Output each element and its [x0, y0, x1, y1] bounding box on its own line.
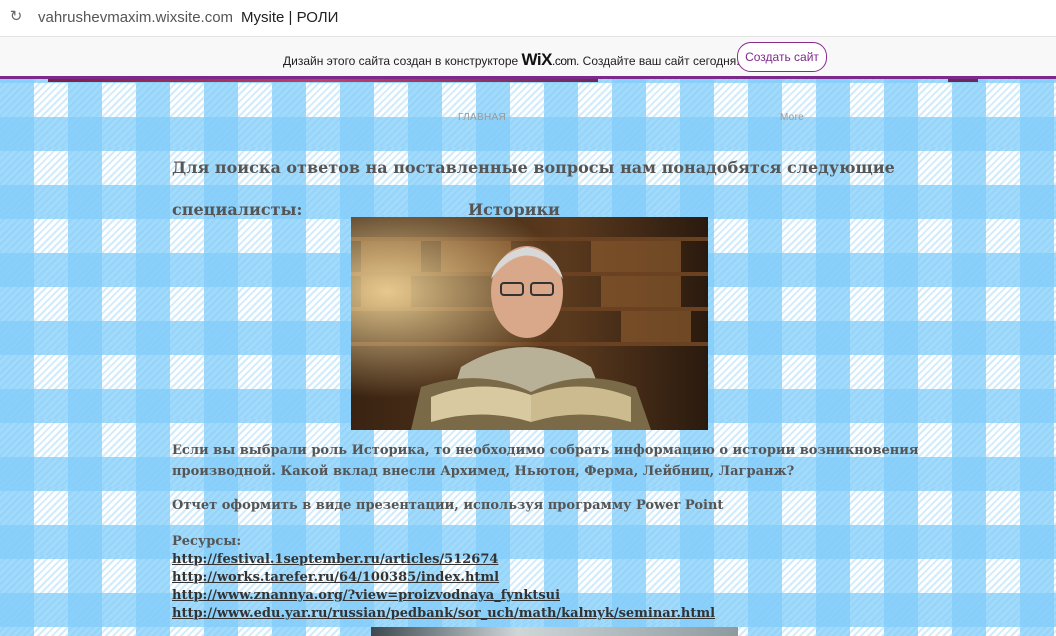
role-description: Если вы выбрали роль Историка, то необхо… [172, 443, 919, 479]
wix-banner: Дизайн этого сайта создан в конструкторе… [0, 37, 1056, 79]
resource-link-3[interactable]: http://www.znannya.org/?view=proizvodnay… [172, 587, 715, 605]
create-site-button[interactable]: Создать сайт [737, 42, 827, 72]
site-canvas: ГЛАВНАЯ More Для поиска ответов на поста… [0, 79, 1056, 636]
resource-link-4[interactable]: http://www.edu.yar.ru/russian/pedbank/so… [172, 605, 715, 623]
historian-photo [351, 217, 708, 430]
header-image-strip [48, 79, 598, 82]
browser-address-bar: ↻ vahrushevmaxim.wixsite.com Mysite | РО… [0, 0, 1056, 37]
wix-banner-message: Дизайн этого сайта создан в конструкторе… [283, 50, 740, 69]
second-photo-partial [371, 627, 738, 636]
wix-logo: WiX.com [521, 50, 577, 69]
nav-more[interactable]: More [780, 112, 804, 123]
page-title: Mysite | РОЛИ [241, 9, 339, 26]
url-text[interactable]: vahrushevmaxim.wixsite.com [38, 9, 233, 26]
report-instruction: Отчет оформить в виде презентации, испол… [172, 498, 724, 513]
resources-block: Ресурсы: http://festival.1september.ru/a… [172, 533, 715, 623]
header-image-strip-right [948, 79, 978, 82]
resource-link-1[interactable]: http://festival.1september.ru/articles/5… [172, 551, 715, 569]
nav-home[interactable]: ГЛАВНАЯ [458, 112, 506, 123]
reload-icon[interactable]: ↻ [8, 9, 24, 25]
resource-link-2[interactable]: http://works.tarefer.ru/64/100385/index.… [172, 569, 715, 587]
resources-label: Ресурсы: [172, 534, 242, 549]
